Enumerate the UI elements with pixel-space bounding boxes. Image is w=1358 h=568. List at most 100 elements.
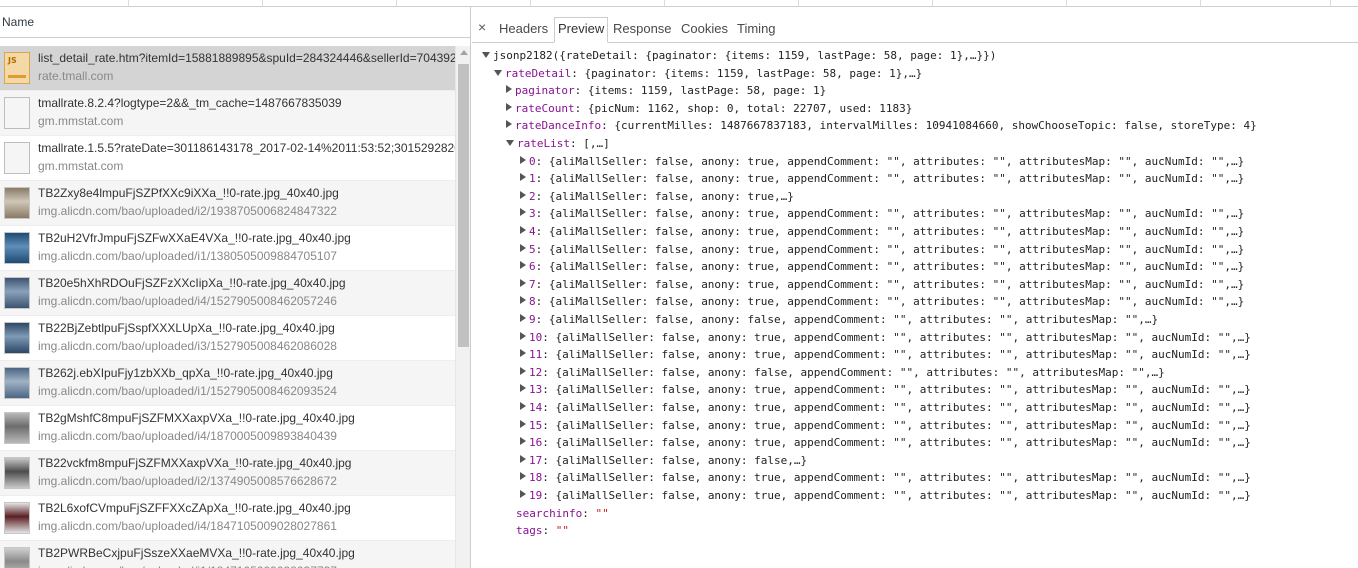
json-summary: : {aliMallSeller: false, anony: true, ap… <box>542 330 1251 344</box>
request-row[interactable]: JS list_detail_rate.htm?itemId=1588188989… <box>0 46 455 91</box>
scroll-up-arrow-icon[interactable] <box>460 50 468 55</box>
request-host: img.alicdn.com/bao/uploaded/i1/184710500… <box>38 564 337 568</box>
scrollbar-thumb[interactable] <box>458 64 469 347</box>
request-row[interactable]: TB262j.ebXIpuFjy1zbXXb_qpXa_!!0-rate.jpg… <box>0 361 455 406</box>
json-tree-node[interactable]: 18: {aliMallSeller: false, anony: true, … <box>520 469 1251 486</box>
json-key: tags <box>516 524 543 538</box>
request-host: img.alicdn.com/bao/uploaded/i1/138050500… <box>38 249 337 263</box>
collapsed-triangle-icon[interactable] <box>520 366 526 375</box>
expanded-triangle-icon[interactable] <box>506 140 514 146</box>
json-tree-node[interactable]: jsonp2182({rateDetail: {paginator: {item… <box>482 47 996 64</box>
close-icon[interactable]: × <box>478 19 486 35</box>
json-key: 5 <box>529 242 536 256</box>
json-key: rateList <box>517 137 570 150</box>
json-tree-node[interactable]: 7: {aliMallSeller: false, anony: true, a… <box>520 276 1244 293</box>
collapsed-triangle-icon[interactable] <box>520 208 526 217</box>
json-tree-node[interactable]: 12: {aliMallSeller: false, anony: false,… <box>520 364 1165 381</box>
tab-response[interactable]: Response <box>610 20 675 43</box>
collapsed-triangle-icon[interactable] <box>520 278 526 287</box>
request-row[interactable]: tmallrate.8.2.4?logtype=2&&_tm_cache=148… <box>0 91 455 136</box>
json-summary: : {items: 1159, lastPage: 58, page: 1} <box>574 84 827 98</box>
expanded-triangle-icon[interactable] <box>482 52 490 58</box>
collapsed-triangle-icon[interactable] <box>506 120 512 129</box>
collapsed-triangle-icon[interactable] <box>520 402 526 410</box>
request-row[interactable]: TB22BjZebtlpuFjSspfXXXLUpXa_!!0-rate.jpg… <box>0 316 455 361</box>
expanded-triangle-icon[interactable] <box>494 69 502 76</box>
collapsed-triangle-icon[interactable] <box>520 419 526 428</box>
collapsed-triangle-icon[interactable] <box>520 437 526 446</box>
collapsed-triangle-icon[interactable] <box>506 102 512 111</box>
request-host: rate.tmall.com <box>38 69 114 83</box>
image-thumbnail-icon <box>4 187 30 219</box>
request-row[interactable]: TB2gMshfC8mpuFjSZFMXXaxpVXa_!!0-rate.jpg… <box>0 406 455 451</box>
json-tree-node[interactable]: 2: {aliMallSeller: false, anony: true,…} <box>520 188 794 205</box>
json-tree-node[interactable]: paginator: {items: 1159, lastPage: 58, p… <box>506 82 826 99</box>
collapsed-triangle-icon[interactable] <box>520 155 526 164</box>
timeline-tick <box>664 0 665 7</box>
json-tree-node[interactable]: 11: {aliMallSeller: false, anony: true, … <box>520 346 1251 363</box>
json-key: 3 <box>529 207 536 221</box>
collapsed-triangle-icon[interactable] <box>520 226 526 234</box>
tab-headers[interactable]: Headers <box>496 20 551 43</box>
json-tree-node[interactable]: rateCount: {picNum: 1162, shop: 0, total… <box>506 100 912 117</box>
image-thumbnail-icon <box>4 547 30 568</box>
image-thumbnail-icon <box>4 322 30 354</box>
json-summary: : <box>582 506 596 520</box>
collapsed-triangle-icon[interactable] <box>520 349 526 358</box>
json-tree-node[interactable]: 10: {aliMallSeller: false, anony: true, … <box>520 329 1251 346</box>
json-tree-node[interactable]: rateDanceInfo: {currentMilles: 148766783… <box>506 117 1257 134</box>
json-summary: : {aliMallSeller: false, anony: true, ap… <box>535 260 1245 274</box>
request-row[interactable]: TB2L6xofCVmpuFjSZFFXXcZApXa_!!0-rate.jpg… <box>0 496 455 541</box>
json-tree-node[interactable]: 19: {aliMallSeller: false, anony: true, … <box>520 487 1251 504</box>
name-column-header[interactable]: Name <box>0 7 470 38</box>
collapsed-triangle-icon[interactable] <box>520 296 526 305</box>
json-tree-node[interactable]: 4: {aliMallSeller: false, anony: true, a… <box>520 223 1244 240</box>
json-tree-node[interactable]: 0: {aliMallSeller: false, anony: true, a… <box>520 153 1244 170</box>
request-row[interactable]: TB2PWRBeCxjpuFjSszeXXaeMVXa_!!0-rate.jpg… <box>0 541 455 568</box>
json-key: 15 <box>529 418 543 432</box>
json-tree-node[interactable]: 1: {aliMallSeller: false, anony: true, a… <box>520 170 1244 187</box>
tab-timing[interactable]: Timing <box>734 20 779 43</box>
tab-cookies[interactable]: Cookies <box>678 20 731 43</box>
collapsed-triangle-icon[interactable] <box>520 190 526 199</box>
timeline-tick <box>396 0 397 7</box>
request-row[interactable]: tmallrate.1.5.5?rateDate=301186143178_20… <box>0 136 455 181</box>
collapsed-triangle-icon[interactable] <box>520 261 526 270</box>
json-tree-node[interactable]: 16: {aliMallSeller: false, anony: true, … <box>520 434 1251 451</box>
collapsed-triangle-icon[interactable] <box>520 314 526 322</box>
json-tree-node[interactable]: 15: {aliMallSeller: false, anony: true, … <box>520 417 1251 434</box>
json-tree-node[interactable]: 8: {aliMallSeller: false, anony: true, a… <box>520 293 1244 310</box>
json-tree-node[interactable]: 13: {aliMallSeller: false, anony: true, … <box>520 381 1251 398</box>
request-row[interactable]: TB20e5hXhRDOuFjSZFzXXcIipXa_!!0-rate.jpg… <box>0 271 455 316</box>
json-tree-node[interactable]: rateDetail: {paginator: {items: 1159, la… <box>494 65 922 82</box>
collapsed-triangle-icon[interactable] <box>520 490 526 498</box>
json-summary: : {currentMilles: 1487667837183, interva… <box>601 119 1257 133</box>
json-summary: : {aliMallSeller: false, anony: true, ap… <box>542 348 1251 362</box>
collapsed-triangle-icon[interactable] <box>520 173 526 182</box>
request-row[interactable]: TB2uH2VfrJmpuFjSZFwXXaE4VXa_!!0-rate.jpg… <box>0 226 455 271</box>
timeline-tick <box>262 0 263 7</box>
json-tree-node[interactable]: 14: {aliMallSeller: false, anony: true, … <box>520 399 1251 416</box>
json-key: rateCount <box>515 101 575 115</box>
json-key: 0 <box>529 154 536 168</box>
json-tree-node[interactable]: rateList: [,…] <box>506 135 610 152</box>
request-row[interactable]: TB22vckfm8mpuFjSZFMXXaxpVXa_!!0-rate.jpg… <box>0 451 455 496</box>
request-row[interactable]: TB2Zxy8e4lmpuFjSZPfXXc9iXXa_!!0-rate.jpg… <box>0 181 455 226</box>
json-tree-node[interactable]: 17: {aliMallSeller: false, anony: false,… <box>520 452 807 469</box>
request-list-scrollbar[interactable] <box>455 46 470 568</box>
json-tree-node[interactable]: 6: {aliMallSeller: false, anony: true, a… <box>520 258 1244 275</box>
json-key: 9 <box>529 313 536 326</box>
collapsed-triangle-icon[interactable] <box>520 384 526 393</box>
json-summary: : {picNum: 1162, shop: 0, total: 22707, … <box>574 101 913 115</box>
collapsed-triangle-icon[interactable] <box>520 331 526 340</box>
timeline-strip <box>0 0 1358 7</box>
json-tree-node[interactable]: 5: {aliMallSeller: false, anony: true, a… <box>520 241 1244 258</box>
collapsed-triangle-icon[interactable] <box>520 243 526 252</box>
collapsed-triangle-icon[interactable] <box>520 454 526 463</box>
json-tree-node[interactable]: 3: {aliMallSeller: false, anony: true, a… <box>520 205 1244 222</box>
timeline-tick <box>530 0 531 7</box>
tab-preview[interactable]: Preview <box>554 17 609 43</box>
collapsed-triangle-icon[interactable] <box>520 472 526 481</box>
collapsed-triangle-icon[interactable] <box>506 85 512 94</box>
json-tree-node[interactable]: 9: {aliMallSeller: false, anony: false, … <box>520 311 1158 328</box>
